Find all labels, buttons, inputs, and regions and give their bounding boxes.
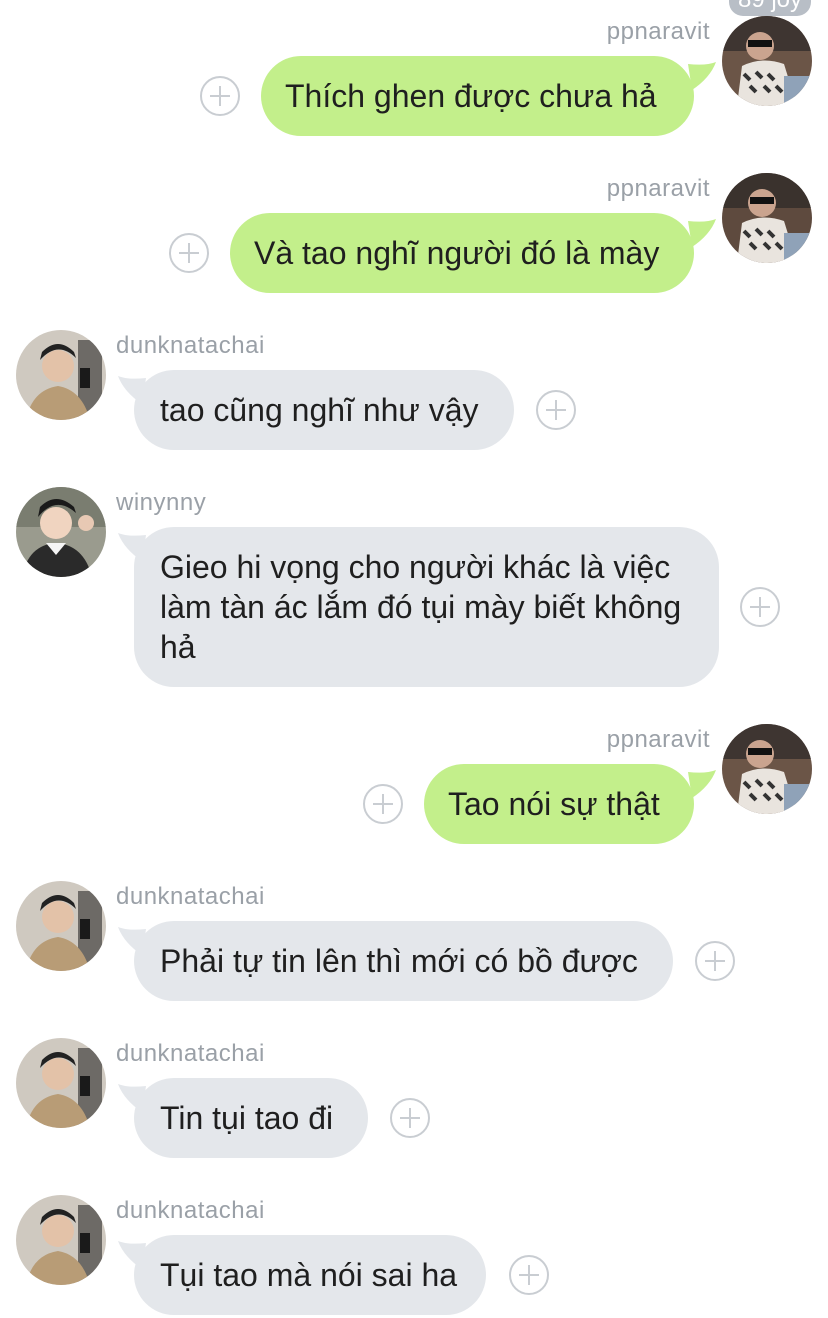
message-bubble[interactable]: Phải tự tin lên thì mới có bồ được [134,921,673,1001]
chat-screen: { "header": { "top_badge": "89 joy" }, "… [0,0,828,1318]
message-text: Tụi tao mà nói sai ha [160,1257,458,1293]
message-text: Gieo hi vọng cho người khác là việc làm … [160,549,682,665]
message-text: Tao nói sự thật [448,786,660,822]
message-text: Thích ghen được chưa hả [285,78,657,114]
message-text: Phải tự tin lên thì mới có bồ được [160,943,638,979]
message-text: Và tao nghĩ người đó là mày [254,235,660,271]
plus-circle-icon[interactable] [509,1255,549,1295]
plus-circle-icon[interactable] [169,233,209,273]
avatar[interactable] [722,724,812,814]
avatar[interactable] [16,487,106,577]
plus-circle-icon[interactable] [536,390,576,430]
sender-name: dunknatachai [116,883,265,910]
message-bubble[interactable]: Tao nói sự thật [424,764,694,844]
message-bubble[interactable]: tao cũng nghĩ như vậy [134,370,514,450]
plus-circle-icon[interactable] [200,76,240,116]
avatar[interactable] [16,1195,106,1285]
message-bubble[interactable]: Gieo hi vọng cho người khác là việc làm … [134,527,719,687]
avatar[interactable] [16,330,106,420]
message-text: tao cũng nghĩ như vậy [160,392,479,428]
plus-circle-icon[interactable] [740,587,780,627]
sender-name: dunknatachai [116,1197,265,1224]
sender-name: ppnaravit [606,726,710,753]
message-text: Tin tụi tao đi [160,1100,334,1136]
message-bubble[interactable]: Và tao nghĩ người đó là mày [230,213,694,293]
plus-circle-icon[interactable] [390,1098,430,1138]
sender-name: winynny [116,489,207,516]
avatar[interactable] [722,16,812,106]
avatar[interactable] [16,1038,106,1128]
sender-name: dunknatachai [116,332,265,359]
plus-circle-icon[interactable] [363,784,403,824]
avatar[interactable] [722,173,812,263]
message-bubble[interactable]: Tụi tao mà nói sai ha [134,1235,486,1315]
sender-name: ppnaravit [606,18,710,45]
message-bubble[interactable]: Thích ghen được chưa hả [261,56,694,136]
plus-circle-icon[interactable] [695,941,735,981]
date-badge: 89 joy [729,0,811,16]
sender-name: ppnaravit [606,175,710,202]
message-bubble[interactable]: Tin tụi tao đi [134,1078,368,1158]
avatar[interactable] [16,881,106,971]
sender-name: dunknatachai [116,1040,265,1067]
